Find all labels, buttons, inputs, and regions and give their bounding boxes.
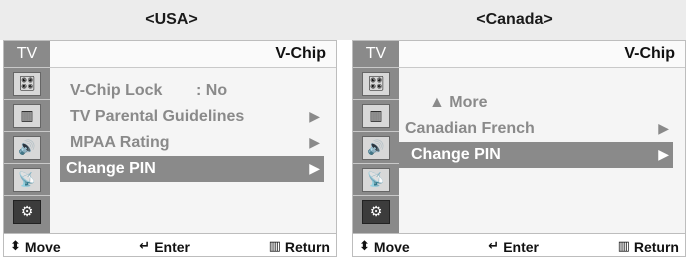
right-arrow-icon: ▶	[309, 135, 320, 151]
menu-item-label: Canadian French	[405, 120, 535, 137]
move-hint: ⬍ Move	[359, 238, 410, 255]
sidebar-tv-label: TV	[16, 45, 38, 62]
return-hint: ▥ Return	[617, 238, 679, 255]
sound-icon[interactable]: 🔊	[353, 131, 399, 163]
menu-item-label: Change PIN	[66, 160, 156, 177]
return-icon: ▥	[617, 239, 630, 254]
right-arrow-icon: ▶	[309, 109, 320, 125]
menu-item-more[interactable]: ▲ More	[411, 90, 673, 116]
remote-icon[interactable]: 🎛	[353, 67, 399, 99]
antenna-icon[interactable]: 📡	[353, 163, 399, 195]
channel-icon[interactable]: ▥	[353, 99, 399, 131]
enter-icon: ↵	[488, 239, 500, 254]
menu-item-label: TV Parental Guidelines	[70, 108, 245, 125]
menu-item-change-pin[interactable]: Change PIN ▶	[399, 142, 673, 168]
move-icon: ⬍	[10, 239, 21, 254]
move-hint: ⬍ Move	[10, 238, 61, 255]
menu-item-label: Change PIN	[411, 146, 501, 163]
vchip-lock-value: : No	[196, 82, 228, 99]
enter-icon: ↵	[139, 239, 151, 254]
enter-hint: ↵ Enter	[139, 238, 190, 255]
remote-icon[interactable]: 🎛	[4, 67, 50, 99]
menu-title: V-Chip	[399, 41, 685, 68]
menu-content: V-Chip ▲ More Canadian French ▶ Change P…	[399, 41, 685, 233]
setup-icon[interactable]: ⚙	[4, 195, 50, 227]
antenna-icon[interactable]: 📡	[4, 163, 50, 195]
footer: ⬍ Move ↵ Enter ▥ Return	[353, 233, 685, 259]
usa-menu-panel: TV 🎛 ▥ 🔊 📡 ⚙ V-Chip V-Chip Lock : No TV …	[3, 40, 337, 257]
right-arrow-icon: ▶	[658, 121, 669, 137]
menu-item-canadian-french[interactable]: Canadian French ▶	[399, 116, 673, 142]
return-icon: ▥	[268, 239, 281, 254]
return-hint: ▥ Return	[268, 238, 330, 255]
menu-item-label: ▲ More	[429, 94, 488, 111]
move-icon: ⬍	[359, 239, 370, 254]
sidebar: TV 🎛 ▥ 🔊 📡 ⚙	[353, 41, 399, 233]
caption-canada: <Canada>	[343, 0, 686, 40]
caption-usa: <USA>	[0, 0, 343, 40]
menu-content: V-Chip V-Chip Lock : No TV Parental Guid…	[50, 41, 336, 233]
menu-item-tv-parental-guidelines[interactable]: TV Parental Guidelines ▶	[62, 104, 324, 130]
menu-item-change-pin[interactable]: Change PIN ▶	[60, 156, 324, 182]
menu-item-vchip-lock[interactable]: V-Chip Lock : No	[62, 78, 324, 104]
footer: ⬍ Move ↵ Enter ▥ Return	[4, 233, 336, 259]
setup-icon[interactable]: ⚙	[353, 195, 399, 227]
right-arrow-icon: ▶	[658, 147, 669, 163]
enter-hint: ↵ Enter	[488, 238, 539, 255]
menu-item-label: V-Chip Lock	[70, 82, 163, 99]
menu-item-mpaa-rating[interactable]: MPAA Rating ▶	[62, 130, 324, 156]
sound-icon[interactable]: 🔊	[4, 131, 50, 163]
sidebar: TV 🎛 ▥ 🔊 📡 ⚙	[4, 41, 50, 233]
sidebar-tv-label: TV	[365, 45, 387, 62]
menu-title: V-Chip	[50, 41, 336, 68]
channel-icon[interactable]: ▥	[4, 99, 50, 131]
menu-item-label: MPAA Rating	[70, 134, 170, 151]
canada-menu-panel: TV 🎛 ▥ 🔊 📡 ⚙ V-Chip ▲ More Canadian Fren…	[352, 40, 686, 257]
right-arrow-icon: ▶	[309, 161, 320, 177]
